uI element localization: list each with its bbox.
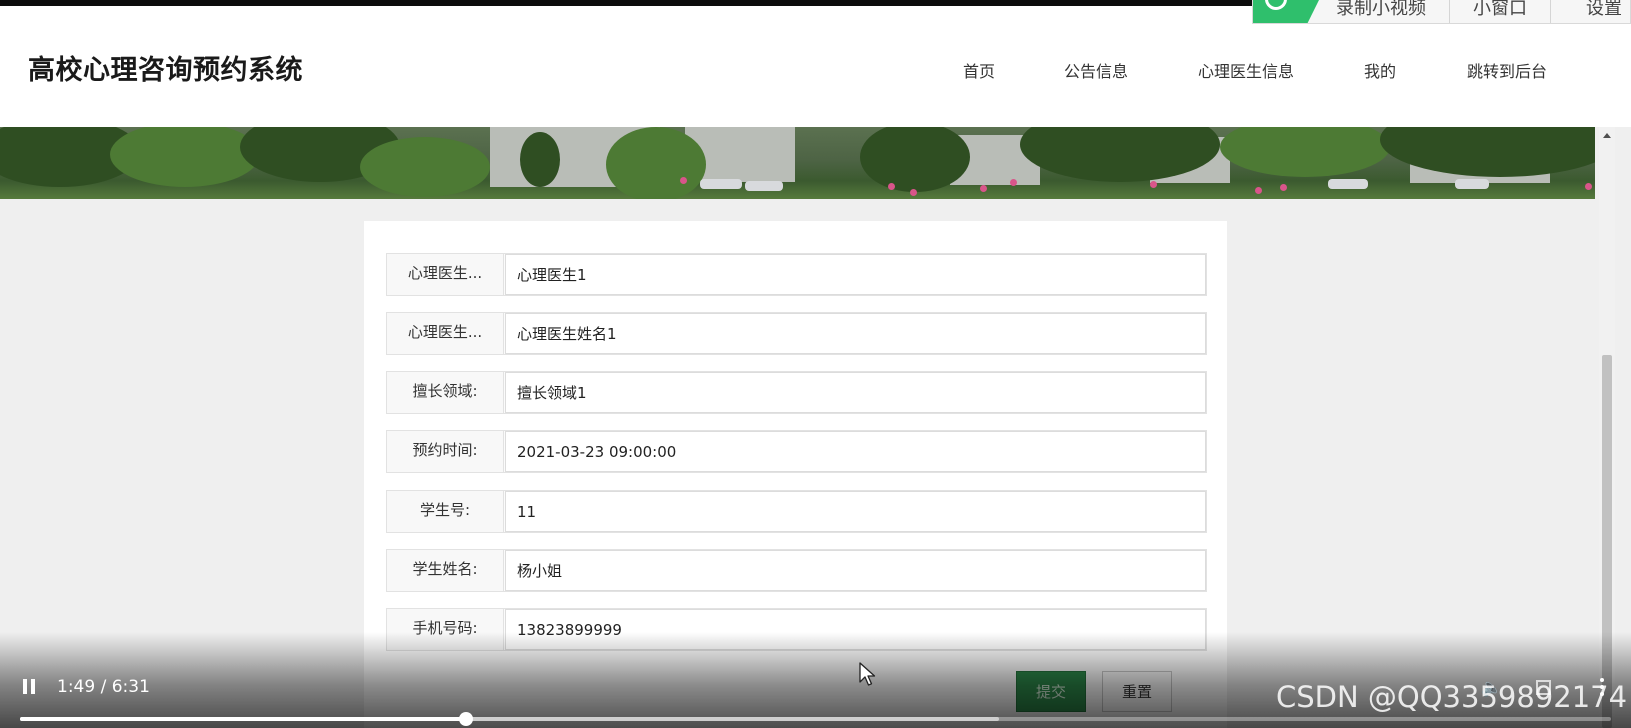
form-label: 心理医生... bbox=[387, 254, 504, 295]
record-clip-button[interactable]: 录制小视频 bbox=[1336, 0, 1426, 20]
student-id-field[interactable] bbox=[505, 491, 1206, 532]
form-row-specialty: 擅长领域: bbox=[386, 371, 1207, 414]
site-header: 高校心理咨询预约系统 首页 公告信息 心理医生信息 我的 跳转到后台 bbox=[0, 6, 1631, 127]
site-title: 高校心理咨询预约系统 bbox=[28, 55, 303, 86]
nav-announcements[interactable]: 公告信息 bbox=[1064, 58, 1128, 82]
scroll-up-icon[interactable] bbox=[1603, 133, 1611, 138]
playback-time: 1:49 / 6:31 bbox=[57, 677, 150, 697]
nav-home[interactable]: 首页 bbox=[963, 58, 995, 82]
form-label: 心理医生... bbox=[387, 313, 504, 354]
form-row-student-name: 学生姓名: bbox=[386, 549, 1207, 592]
form-label: 预约时间: bbox=[387, 431, 504, 472]
settings-button[interactable]: 设置 bbox=[1586, 0, 1622, 20]
form-label: 擅长领域: bbox=[387, 372, 504, 413]
form-row-doctor-name: 心理医生... bbox=[386, 312, 1207, 355]
appointment-time-field[interactable] bbox=[505, 431, 1206, 472]
doctor-account-field[interactable] bbox=[505, 254, 1206, 295]
form-row-appointment-time: 预约时间: bbox=[386, 430, 1207, 473]
nav-admin[interactable]: 跳转到后台 bbox=[1467, 58, 1547, 82]
student-name-field[interactable] bbox=[505, 550, 1206, 591]
form-label: 学生姓名: bbox=[387, 550, 504, 591]
cursor-icon bbox=[859, 662, 876, 686]
nav-doctor-info[interactable]: 心理医生信息 bbox=[1198, 58, 1294, 82]
form-row-doctor-account: 心理医生... bbox=[386, 253, 1207, 296]
pause-icon[interactable] bbox=[22, 679, 36, 694]
toolbar-divider bbox=[1550, 0, 1551, 23]
progress-bar[interactable] bbox=[20, 712, 1611, 726]
progress-played bbox=[20, 717, 467, 721]
form-label: 学生号: bbox=[387, 491, 504, 532]
form-row-student-id: 学生号: bbox=[386, 490, 1207, 533]
toolbar-divider bbox=[1449, 0, 1450, 23]
specialty-field[interactable] bbox=[505, 372, 1206, 413]
recorder-logo-icon bbox=[1253, 0, 1319, 23]
csdn-watermark: CSDN @QQ3359892174 bbox=[1276, 680, 1628, 714]
campus-banner-image bbox=[0, 127, 1595, 199]
doctor-name-field[interactable] bbox=[505, 313, 1206, 354]
video-overlay-toolbar: 录制小视频 小窗口 设置 bbox=[1252, 0, 1631, 24]
mini-window-button[interactable]: 小窗口 bbox=[1473, 0, 1527, 20]
nav-mine[interactable]: 我的 bbox=[1364, 58, 1396, 82]
